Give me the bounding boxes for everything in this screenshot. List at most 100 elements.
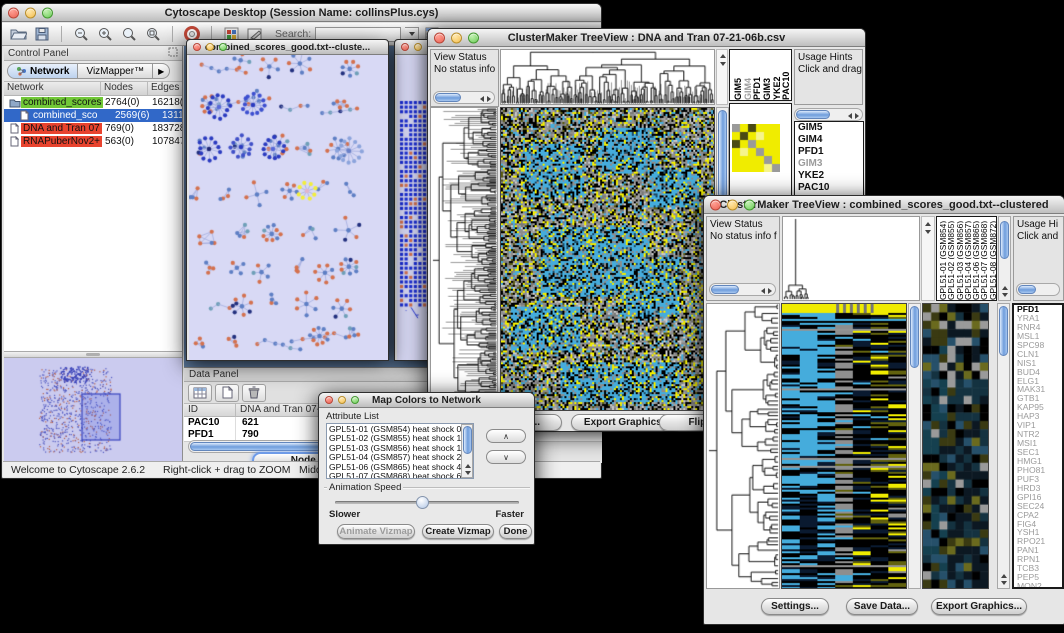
minimize-button[interactable] (25, 7, 36, 18)
gene-label[interactable]: PAC10 (795, 182, 863, 194)
network-window1-title-bar[interactable]: combined_scores_good.txt--cluste... (187, 40, 388, 55)
main-title-bar[interactable]: Cytoscape Desktop (Session Name: collins… (2, 4, 601, 22)
usage-hints-title: Usage Hints (798, 52, 859, 64)
gene-label[interactable]: GIM3 (795, 158, 863, 170)
minimize-button[interactable] (206, 43, 214, 51)
panel-splitter[interactable] (4, 351, 182, 358)
network-table-row[interactable]: DNA and Tran 07769(0)183728(0) (4, 122, 182, 135)
tab-vizmapper[interactable]: VizMapper™ (78, 63, 153, 79)
network-table-header: Network Nodes Edges (4, 82, 182, 96)
view-status-panel: View Status No status info f (430, 49, 499, 107)
network-tab-icon (16, 66, 27, 76)
zoom-button[interactable] (42, 7, 53, 18)
view-status-title: View Status (434, 52, 495, 64)
usage-hints-panel: Usage Hints Click and drag to (794, 49, 863, 105)
save-icon[interactable] (32, 25, 52, 43)
column-label: GPL51-04 (GSM857) (963, 217, 971, 300)
tabs-overflow-button[interactable]: ▶ (153, 63, 170, 79)
open-folder-icon[interactable] (8, 25, 28, 43)
column-dendrogram-canvas[interactable] (500, 49, 715, 105)
gene-label[interactable]: MON2 (1014, 582, 1062, 589)
treeview1-title-bar[interactable]: ClusterMaker TreeView : DNA and Tran 07-… (428, 29, 865, 47)
select-attributes-icon[interactable] (188, 384, 212, 402)
attribute-list-vscrollbar[interactable] (461, 424, 473, 478)
heatmap-vscrollbar[interactable] (908, 303, 921, 589)
zoom-button[interactable] (351, 396, 359, 404)
treeview2-title: ClusterMaker TreeView : combined_scores_… (719, 199, 1048, 211)
heatmap-canvas[interactable] (500, 107, 715, 411)
network-table-row[interactable]: combined_sco2569(6)13112(15) (4, 109, 182, 122)
column-labels-panel: GIM5GIM4PFD1GIM3YKE2PAC10 (729, 49, 792, 101)
attribute-items: GPL51-01 (GSM854) heat shock 05 minGPL51… (327, 425, 461, 479)
control-panel: Control Panel Network VizMapper™ ▶ Netwo… (4, 46, 183, 461)
slider-min-label: Slower (329, 509, 360, 520)
usage-hints-hscrollbar[interactable] (794, 108, 863, 121)
attribute-list-label: Attribute List (326, 411, 379, 422)
move-down-button[interactable]: ∨ (486, 450, 526, 464)
dialog-title-bar[interactable]: Map Colors to Network (319, 393, 534, 408)
view-status-hscrollbar[interactable] (709, 283, 776, 296)
close-button[interactable] (401, 43, 409, 51)
close-button[interactable] (325, 396, 333, 404)
move-up-button[interactable]: ∧ (486, 429, 526, 443)
birds-eye-view[interactable] (4, 358, 182, 463)
desktop: Cytoscape Desktop (Session Name: collins… (0, 0, 1064, 633)
labels-vscrollbar[interactable] (998, 216, 1011, 301)
zoom-vscrollbar[interactable] (997, 303, 1010, 589)
zoom-heatmap-canvas[interactable] (922, 303, 989, 589)
status-welcome: Welcome to Cytoscape 2.6.2 (11, 464, 145, 476)
delete-attribute-icon[interactable] (242, 384, 266, 402)
network-table-row[interactable]: RNAPuberNov2+563(0)107847(0) (4, 135, 182, 148)
close-button[interactable] (434, 32, 445, 43)
column-dendrogram-canvas[interactable] (782, 216, 920, 301)
usage-hints-title: Usage Hi (1017, 219, 1060, 231)
done-button[interactable]: Done (499, 524, 532, 539)
gene-label[interactable]: PFD1 (795, 146, 863, 158)
heatmap-canvas[interactable] (781, 303, 907, 589)
gene-list: PFD1YRA1RNR4MSL1SPC98CLN1NIS1BUD4ELG1MAK… (1014, 305, 1062, 589)
row-dendrogram-canvas[interactable] (706, 303, 780, 589)
treeview2-title-bar[interactable]: ClusterMaker TreeView : combined_scores_… (704, 196, 1064, 214)
zoom-button[interactable] (744, 199, 755, 210)
column-label: GIM3 (762, 50, 772, 100)
float-panel-icon[interactable] (168, 47, 178, 60)
view-status-panel: View Status No status info f (706, 216, 780, 301)
file-icon (8, 123, 21, 134)
network-canvas-clusters[interactable] (189, 55, 388, 360)
close-button[interactable] (193, 43, 201, 51)
birds-eye-canvas[interactable] (4, 358, 182, 463)
gene-label[interactable]: GIM4 (795, 134, 863, 146)
view-status-hscrollbar[interactable] (433, 91, 495, 104)
export-graphics-button[interactable]: Export Graphics... (931, 598, 1027, 615)
zoom-out-icon[interactable] (71, 25, 91, 43)
gene-label[interactable]: YKE2 (795, 170, 863, 182)
similarity-matrix-canvas[interactable] (732, 124, 780, 172)
zoom-in-icon[interactable] (95, 25, 115, 43)
zoom-button[interactable] (219, 43, 227, 51)
minimize-button[interactable] (451, 32, 462, 43)
minimize-button[interactable] (414, 43, 422, 51)
control-panel-title: Control Panel (8, 48, 69, 59)
slider-thumb[interactable] (416, 496, 429, 509)
save-data-button[interactable]: Save Data... (846, 598, 918, 615)
close-button[interactable] (8, 7, 19, 18)
animate-vizmap-button[interactable]: Animate Vizmap (337, 524, 415, 539)
settings-button[interactable]: Settings... (761, 598, 829, 615)
column-label: GPL51-08 (GSM872) (988, 217, 996, 300)
row-dendrogram-canvas[interactable] (430, 107, 498, 411)
minimize-button[interactable] (338, 396, 346, 404)
tab-network[interactable]: Network (7, 63, 78, 79)
gene-label[interactable]: GIM5 (795, 122, 863, 134)
close-button[interactable] (710, 199, 721, 210)
usage-hints-hscrollbar[interactable] (1016, 283, 1060, 296)
zoom-fit-icon[interactable] (119, 25, 139, 43)
attribute-list-item[interactable]: GPL51-07 (GSM868) heat shock 60 min (327, 472, 461, 479)
network-table-row[interactable]: combined_scores2764(0)16218(0) (4, 96, 182, 109)
attribute-list-box[interactable]: GPL51-01 (GSM854) heat shock 05 minGPL51… (326, 423, 474, 479)
new-attribute-icon[interactable] (215, 384, 239, 402)
create-vizmap-button[interactable]: Create Vizmap (422, 524, 494, 539)
control-panel-header: Control Panel (4, 46, 182, 61)
minimize-button[interactable] (727, 199, 738, 210)
zoom-selected-icon[interactable] (143, 25, 163, 43)
zoom-button[interactable] (468, 32, 479, 43)
